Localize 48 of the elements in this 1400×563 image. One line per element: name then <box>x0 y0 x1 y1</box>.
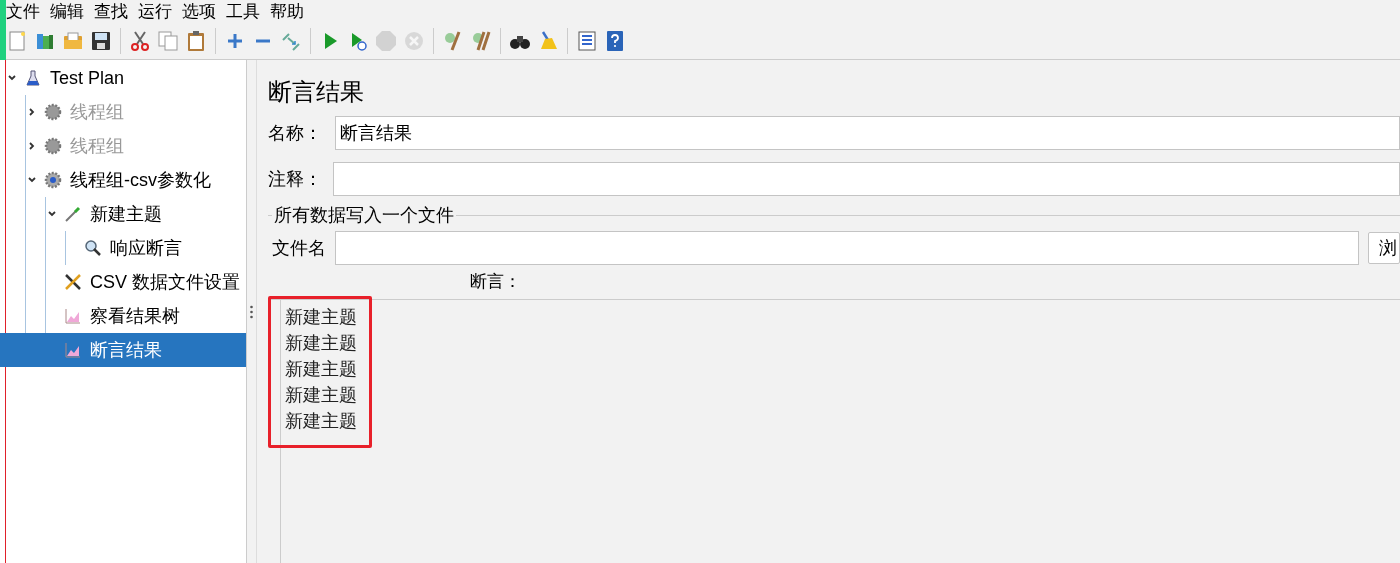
tree-item[interactable]: 线程组-csv参数化 <box>0 163 246 197</box>
menu-item[interactable]: 运行 <box>138 2 172 20</box>
clipboard-icon[interactable] <box>185 29 207 52</box>
save-icon[interactable] <box>90 29 112 52</box>
tree-item[interactable]: 新建主题 <box>0 197 246 231</box>
group-legend: 所有数据写入一个文件 <box>272 201 456 229</box>
menu-item[interactable]: 文件 <box>6 2 40 20</box>
folder-icon[interactable] <box>62 29 84 52</box>
assertions-label: 断言： <box>470 271 521 294</box>
comment-field[interactable] <box>333 162 1400 196</box>
menu-item[interactable]: 帮助 <box>270 2 304 20</box>
gear-icon <box>44 137 62 155</box>
tree-item[interactable]: 响应断言 <box>0 231 246 265</box>
name-field[interactable]: 断言结果 <box>335 116 1400 150</box>
result-line: 新建主题 <box>285 305 358 329</box>
gear-icon <box>44 103 62 121</box>
menu-item[interactable]: 编辑 <box>50 2 84 20</box>
flask-icon <box>24 69 42 87</box>
tree-item[interactable]: 断言结果 <box>0 333 246 367</box>
result-line: 新建主题 <box>285 357 358 381</box>
comment-label: 注释： <box>268 167 323 191</box>
magnifier-icon <box>84 239 102 257</box>
filename-label: 文件名 <box>272 236 327 260</box>
tools-icon <box>64 273 82 291</box>
scissors-icon[interactable] <box>129 29 151 52</box>
chart-icon <box>64 341 82 359</box>
chart-icon <box>64 307 82 325</box>
tree-item[interactable]: CSV 数据文件设置 <box>0 265 246 299</box>
chevron-down-icon[interactable] <box>27 175 37 185</box>
chevron-down-icon[interactable] <box>47 209 57 219</box>
list-icon[interactable] <box>576 29 598 52</box>
tree-item[interactable]: Test Plan <box>0 61 246 95</box>
gear-icon <box>44 171 62 189</box>
tree-item[interactable]: 察看结果树 <box>0 299 246 333</box>
panel-title: 断言结果 <box>268 77 365 107</box>
splitter-handle-icon[interactable] <box>250 304 253 319</box>
filename-field[interactable] <box>335 231 1359 265</box>
result-line: 新建主题 <box>285 409 358 433</box>
menu-item[interactable]: 选项 <box>182 2 216 20</box>
browse-button[interactable]: 浏 <box>1368 232 1400 264</box>
result-line: 新建主题 <box>285 383 358 407</box>
gear-brooms-icon[interactable] <box>470 29 492 52</box>
menu-item[interactable]: 工具 <box>226 2 260 20</box>
menu-item[interactable]: 查找 <box>94 2 128 20</box>
name-label: 名称： <box>268 121 323 145</box>
result-line: 新建主题 <box>285 331 358 355</box>
chevron-down-icon[interactable] <box>7 73 17 83</box>
help-icon[interactable] <box>604 29 626 52</box>
